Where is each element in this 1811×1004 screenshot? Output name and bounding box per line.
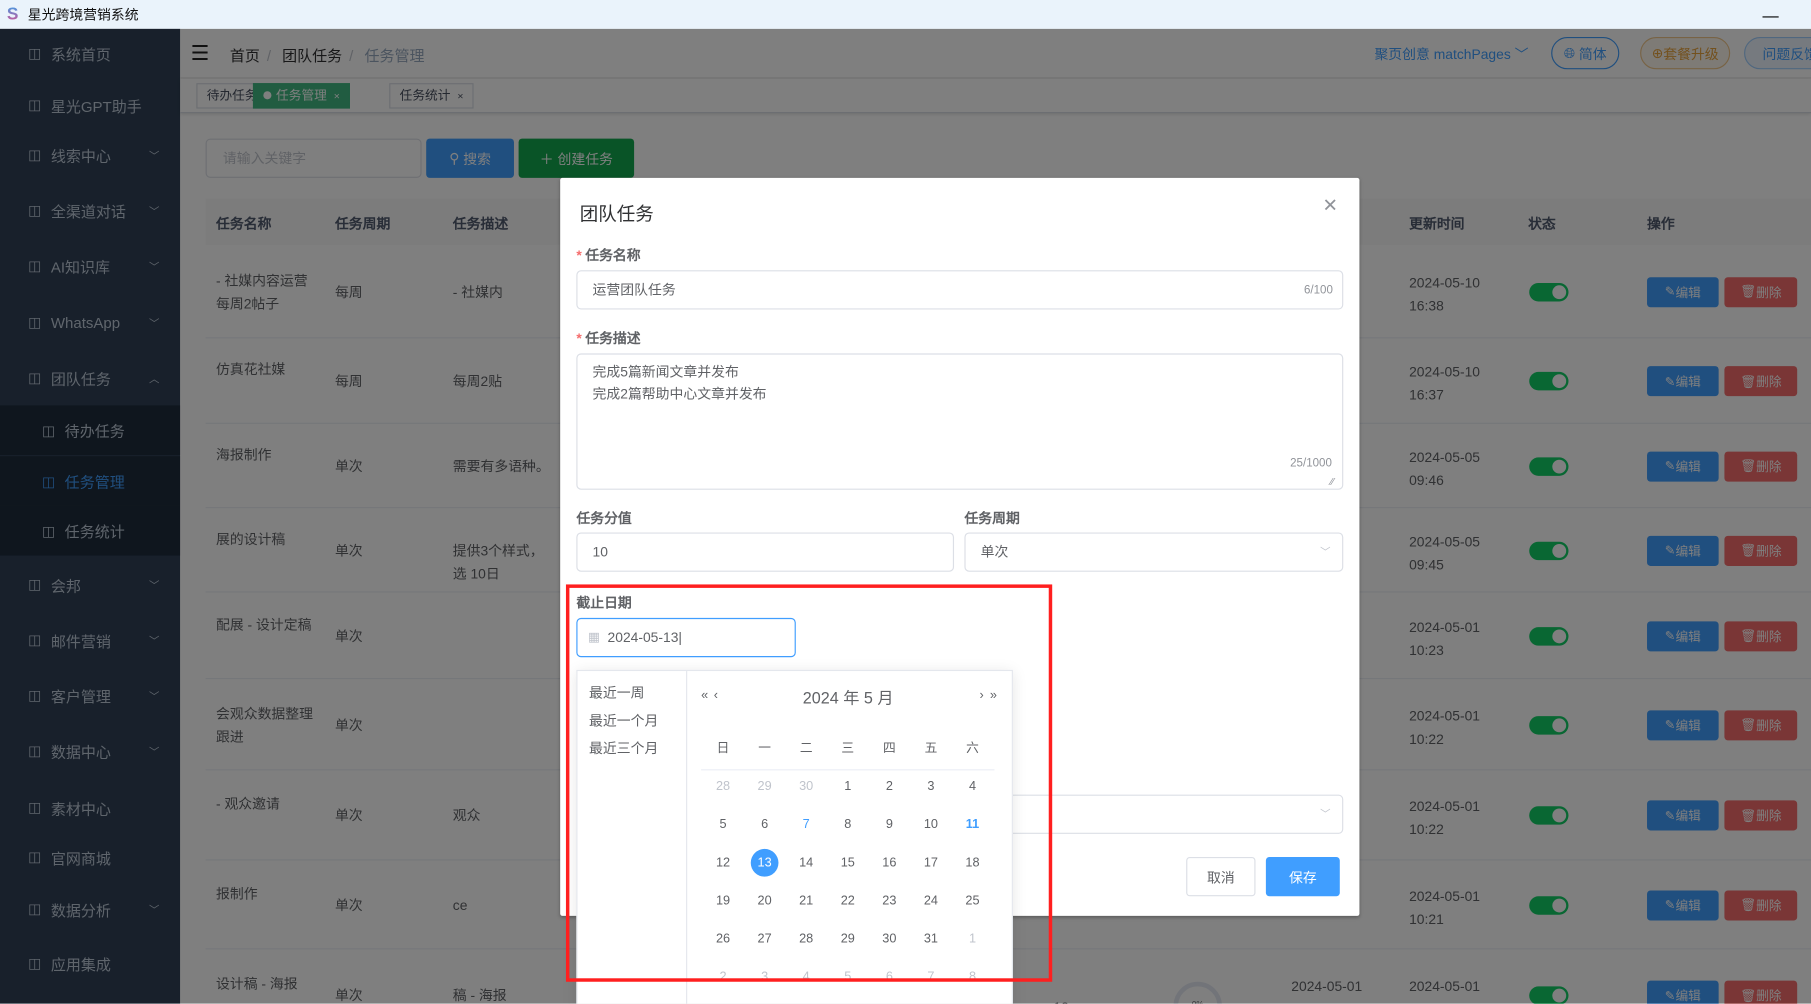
- task-name-input[interactable]: 运营团队任务: [576, 270, 1344, 310]
- minimize-button[interactable]: —: [1763, 6, 1779, 24]
- title-bar: S 星光跨境营销系统 —: [0, 0, 1811, 29]
- task-desc-textarea[interactable]: 完成5篇新闻文章并发布 完成2篇帮助中心文章并发布: [576, 353, 1344, 490]
- desc-label: * 任务描述: [576, 330, 641, 347]
- resize-handle-icon[interactable]: ⁄⁄: [1331, 476, 1334, 488]
- name-char-count: 6/100: [1303, 284, 1333, 297]
- score-label: 任务分值: [576, 510, 632, 527]
- task-period-select[interactable]: 单次 ﹀: [964, 532, 1344, 572]
- period-label: 任务周期: [964, 510, 1020, 527]
- app-title: 星光跨境营销系统: [27, 6, 139, 24]
- chevron-down-icon: ﹀: [1320, 546, 1331, 558]
- task-score-input[interactable]: 10: [576, 532, 955, 572]
- save-button[interactable]: 保存: [1265, 857, 1340, 897]
- cancel-button[interactable]: 取消: [1186, 857, 1256, 897]
- app-logo: S: [6, 4, 19, 25]
- close-icon[interactable]: ✕: [1322, 194, 1337, 217]
- desc-char-count: 25/1000: [1290, 457, 1332, 471]
- chevron-down-icon: ﹀: [1320, 808, 1331, 821]
- dialog-title: 团队任务: [579, 205, 654, 226]
- highlight-annotation: [565, 584, 1053, 982]
- name-label: * 任务名称: [576, 247, 641, 264]
